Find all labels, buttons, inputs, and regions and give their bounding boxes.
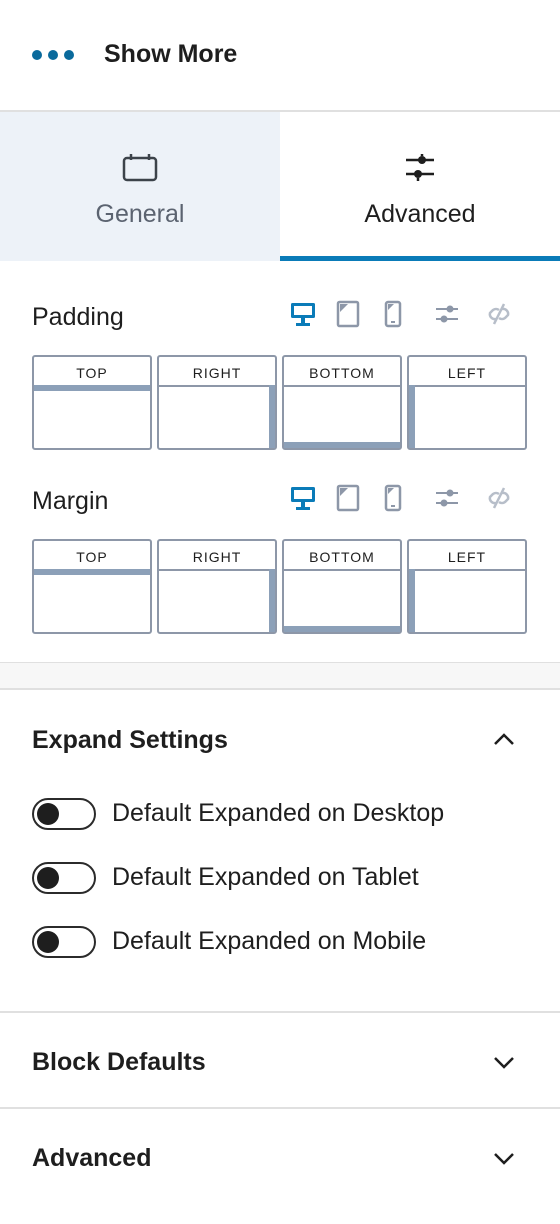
tablet-icon[interactable] [333, 483, 363, 513]
settings-sliders-icon[interactable] [432, 483, 462, 513]
mobile-icon[interactable] [378, 299, 408, 329]
mobile-icon[interactable] [378, 483, 408, 513]
desktop-icon[interactable] [288, 299, 318, 329]
margin-right-input[interactable]: RIGHT [157, 539, 277, 634]
padding-left-input[interactable]: LEFT [407, 355, 527, 450]
section-separator [0, 662, 560, 690]
toggle-row-tablet: Default Expanded on Tablet [32, 860, 532, 900]
padding-top-label: TOP [76, 365, 108, 381]
expanded-desktop-toggle[interactable] [32, 798, 96, 830]
tab-general[interactable]: General [0, 112, 280, 261]
padding-left-label: LEFT [447, 365, 487, 381]
expanded-tablet-toggle[interactable] [32, 862, 96, 894]
advanced-panel-title: Advanced [32, 1144, 152, 1172]
margin-inputs: TOP RIGHT BOTTOM LEFT [32, 539, 528, 635]
unlink-icon[interactable] [484, 483, 514, 513]
margin-device-switcher [288, 483, 528, 515]
advanced-panel-toggle[interactable]: Advanced [0, 1140, 560, 1180]
block-title: Show More [104, 40, 238, 68]
padding-inputs: TOP RIGHT BOTTOM LEFT [32, 355, 528, 451]
margin-top-input[interactable]: TOP [32, 539, 152, 634]
inspector-tabs: General Advanced [0, 112, 560, 261]
desktop-icon[interactable] [288, 483, 318, 513]
more-dots-icon [32, 50, 74, 60]
padding-control: Padding TOP RIGHT BOTTOM LEFT [32, 300, 528, 453]
chevron-up-icon [494, 733, 514, 745]
expand-settings-title: Expand Settings [32, 726, 228, 754]
margin-label: Margin [32, 487, 109, 515]
sliders-icon [406, 154, 434, 181]
block-card-header: Show More [0, 0, 560, 112]
divider [0, 1107, 560, 1109]
tab-advanced[interactable]: Advanced [280, 112, 560, 261]
tab-general-label: General [95, 200, 185, 228]
toggle-row-mobile: Default Expanded on Mobile [32, 924, 532, 964]
margin-top-label: TOP [76, 549, 108, 565]
settings-sliders-icon[interactable] [432, 299, 462, 329]
margin-left-label: LEFT [447, 549, 487, 565]
margin-right-label: RIGHT [192, 549, 242, 565]
expanded-mobile-label: Default Expanded on Mobile [112, 927, 427, 955]
margin-left-input[interactable]: LEFT [407, 539, 527, 634]
toggle-row-desktop: Default Expanded on Desktop [32, 796, 532, 836]
tablet-icon[interactable] [333, 299, 363, 329]
padding-bottom-label: BOTTOM [309, 365, 375, 381]
expanded-mobile-toggle[interactable] [32, 926, 96, 958]
padding-right-label: RIGHT [192, 365, 242, 381]
expanded-desktop-label: Default Expanded on Desktop [112, 799, 445, 827]
margin-bottom-input[interactable]: BOTTOM [282, 539, 402, 634]
calendar-box-icon [122, 154, 158, 182]
block-defaults-title: Block Defaults [32, 1048, 206, 1076]
unlink-icon[interactable] [484, 299, 514, 329]
padding-device-switcher [288, 299, 528, 331]
padding-right-input[interactable]: RIGHT [157, 355, 277, 450]
margin-bottom-label: BOTTOM [309, 549, 375, 565]
chevron-down-icon [494, 1057, 514, 1069]
expanded-tablet-label: Default Expanded on Tablet [112, 863, 419, 891]
padding-label: Padding [32, 303, 124, 331]
spacing-section: Padding TOP RIGHT BOTTOM LEFT Margin TOP… [0, 261, 560, 663]
chevron-down-icon [494, 1153, 514, 1165]
divider [0, 1011, 560, 1013]
tab-advanced-label: Advanced [364, 200, 476, 228]
margin-control: Margin TOP RIGHT BOTTOM LEFT [32, 484, 528, 637]
expand-settings-toggle[interactable]: Expand Settings [0, 722, 560, 762]
padding-bottom-input[interactable]: BOTTOM [282, 355, 402, 450]
padding-top-input[interactable]: TOP [32, 355, 152, 450]
block-defaults-toggle[interactable]: Block Defaults [0, 1044, 560, 1084]
